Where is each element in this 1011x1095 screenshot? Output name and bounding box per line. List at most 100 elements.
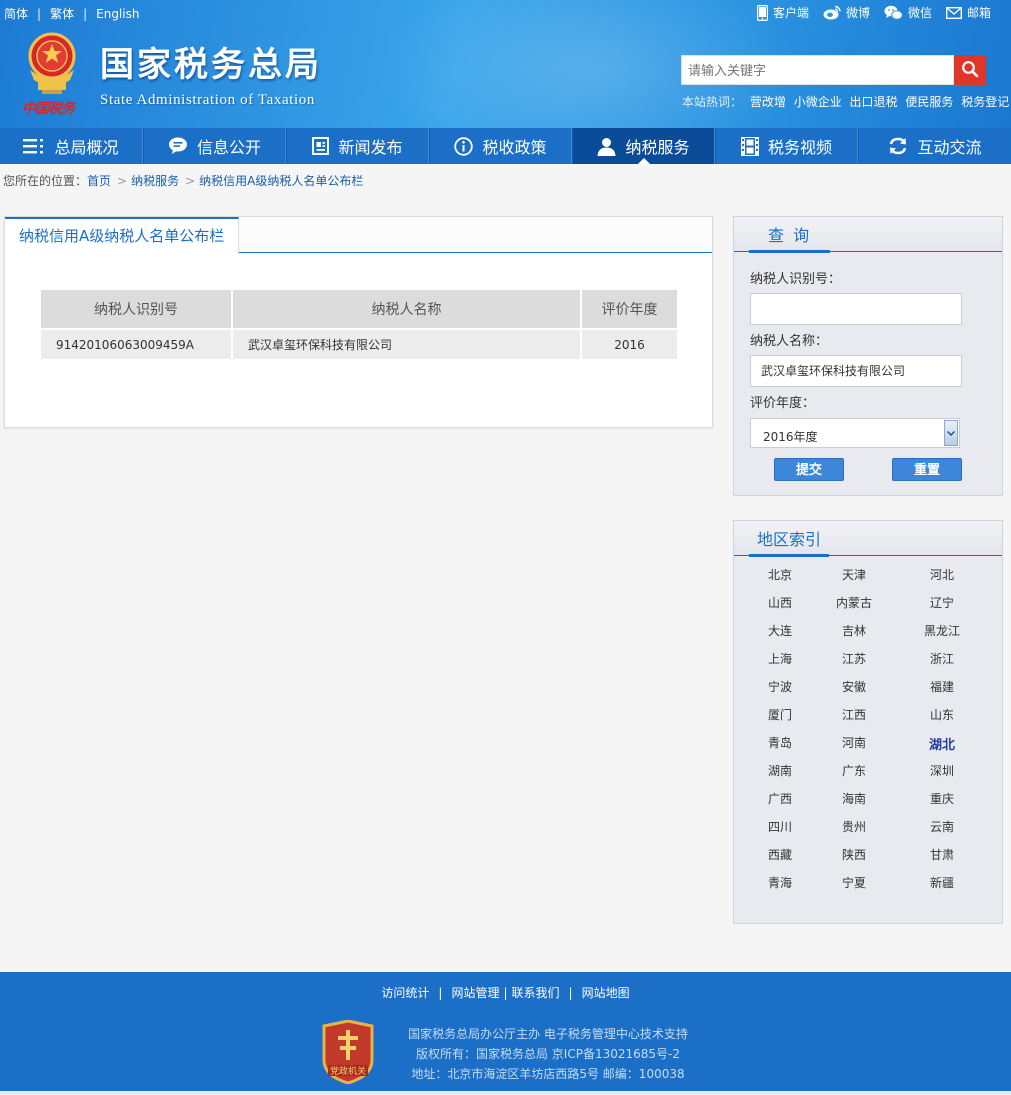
tab-a-level-list[interactable]: 纳税信用A级纳税人名单公布栏 (5, 217, 240, 254)
footer-link-contact[interactable]: 联系我们 (512, 986, 560, 1000)
wechat-icon (884, 5, 903, 21)
nav-item-interaction[interactable]: 互动交流 (858, 128, 1011, 164)
region-link[interactable]: 安徽 (824, 678, 884, 695)
region-link[interactable]: 四川 (750, 818, 810, 835)
region-link[interactable]: 湖南 (750, 762, 810, 779)
nav-label: 税务视频 (767, 138, 832, 157)
nav-item-overview[interactable]: 总局概况 (0, 128, 143, 164)
nav-label: 总局概况 (54, 138, 119, 157)
national-emblem-logo[interactable] (20, 30, 84, 96)
search-input[interactable] (681, 55, 954, 85)
footer-link-admin[interactable]: 网站管理 (451, 986, 499, 1000)
client-link-label: 客户端 (772, 6, 809, 20)
nav-item-news[interactable]: 新闻发布 (286, 128, 429, 164)
region-link[interactable]: 大连 (750, 622, 810, 639)
region-link[interactable]: 广西 (750, 790, 810, 807)
chevron-right-icon: > (117, 174, 128, 188)
region-link[interactable]: 上海 (750, 650, 810, 667)
reset-button[interactable]: 重置 (892, 458, 962, 481)
region-link[interactable]: 重庆 (912, 790, 972, 807)
region-link[interactable]: 福建 (912, 678, 972, 695)
region-link[interactable]: 吉林 (824, 622, 884, 639)
cell-taxpayer-id: 91420106063009459A (41, 328, 233, 359)
site-subtitle: State Administration of Taxation (100, 92, 315, 108)
hotword-link[interactable]: 出口退税 (850, 95, 898, 109)
party-government-badge[interactable]: 党政机关 (320, 1019, 376, 1085)
nav-label: 纳税服务 (625, 138, 690, 157)
nav-label: 新闻发布 (338, 138, 403, 157)
breadcrumb-current-link[interactable]: 纳税信用A级纳税人名单公布栏 (199, 174, 363, 188)
nav-item-info-disclosure[interactable]: 信息公开 (143, 128, 286, 164)
chevron-down-icon[interactable] (944, 420, 958, 446)
footer-link-sitemap[interactable]: 网站地图 (582, 986, 630, 1000)
breadcrumb-home-link[interactable]: 首页 (87, 174, 111, 188)
weibo-link[interactable]: 微博 (823, 4, 870, 21)
nav-item-tax-video[interactable]: 税务视频 (715, 128, 858, 164)
nav-item-taxpayer-service[interactable]: 纳税服务 (572, 128, 715, 164)
hotword-link[interactable]: 便民服务 (905, 95, 953, 109)
region-link[interactable]: 北京 (750, 566, 810, 583)
breadcrumb-service-link[interactable]: 纳税服务 (131, 174, 179, 188)
region-link[interactable]: 河北 (912, 566, 972, 583)
taxpayer-id-input[interactable] (750, 293, 962, 325)
region-link[interactable]: 贵州 (824, 818, 884, 835)
hotword-link[interactable]: 营改增 (750, 95, 786, 109)
taxpayer-name-input[interactable]: 武汉卓玺环保科技有限公司 (750, 355, 962, 387)
region-link[interactable]: 宁夏 (824, 874, 884, 891)
region-link[interactable]: 宁波 (750, 678, 810, 695)
footer-address-line: 地址：北京市海淀区羊坊店西路5号 邮编：100038 (411, 1067, 685, 1081)
lang-simplified-link[interactable]: 简体 (4, 5, 28, 22)
search-button[interactable] (954, 55, 986, 85)
nav-label: 税收政策 (482, 138, 547, 157)
nav-item-tax-policy[interactable]: 税收政策 (429, 128, 572, 164)
site-title[interactable]: 国家税务总局 (100, 48, 322, 82)
evaluation-year-select[interactable]: 2016年度 (750, 418, 960, 448)
film-strip-icon (740, 136, 759, 156)
result-table: 纳税人识别号 纳税人名称 评价年度 91420106063009459A 武汉卓… (41, 290, 677, 359)
china-tax-calligraphy: 中国税务 (22, 101, 75, 117)
region-link[interactable]: 江西 (824, 706, 884, 723)
region-link[interactable]: 青海 (750, 874, 810, 891)
language-switcher: 简体 | 繁体 | English (4, 5, 139, 22)
footer-link-stats[interactable]: 访问统计 (381, 986, 429, 1000)
weibo-icon (823, 5, 841, 20)
table-row: 91420106063009459A 武汉卓玺环保科技有限公司 2016 (41, 328, 677, 359)
region-link[interactable]: 深圳 (912, 762, 972, 779)
client-link[interactable]: 客户端 (756, 4, 809, 21)
search-icon (961, 60, 979, 81)
region-link[interactable]: 新疆 (912, 874, 972, 891)
region-link[interactable]: 浙江 (912, 650, 972, 667)
submit-button[interactable]: 提交 (774, 458, 844, 481)
hotword-link[interactable]: 税务登记 (961, 95, 1009, 109)
region-link[interactable]: 黑龙江 (912, 622, 972, 639)
region-link[interactable]: 内蒙古 (824, 594, 884, 611)
region-link[interactable]: 湖北 (912, 734, 972, 753)
region-link[interactable]: 山东 (912, 706, 972, 723)
region-link[interactable]: 西藏 (750, 846, 810, 863)
hotword-link[interactable]: 小微企业 (794, 95, 842, 109)
evaluation-year-value: 2016年度 (763, 430, 818, 444)
region-link[interactable]: 辽宁 (912, 594, 972, 611)
region-link[interactable]: 云南 (912, 818, 972, 835)
hotwords-label: 本站热词： (682, 95, 743, 109)
region-link[interactable]: 天津 (824, 566, 884, 583)
region-link[interactable]: 青岛 (750, 734, 810, 751)
region-link[interactable]: 广东 (824, 762, 884, 779)
region-link[interactable]: 海南 (824, 790, 884, 807)
wechat-link[interactable]: 微信 (884, 4, 932, 21)
evaluation-year-label: 评价年度： (750, 396, 816, 411)
cell-evaluation-year: 2016 (581, 328, 677, 359)
region-link[interactable]: 甘肃 (912, 846, 972, 863)
region-index-panel: 地区索引 北京 天津 河北 山西 内蒙古 辽宁 大连 吉林 黑龙江 上海 江苏 浙江 宁波 安徽 福建 厦门江… (733, 520, 1003, 924)
taxpayer-id-label: 纳税人识别号： (750, 272, 842, 287)
region-link[interactable]: 江苏 (824, 650, 884, 667)
query-panel: 查 询 纳税人识别号： 纳税人名称： 武汉卓玺环保科技有限公司 评价年度： 20… (733, 216, 1003, 496)
footer-divider: | (438, 986, 443, 1000)
lang-english-link[interactable]: English (96, 7, 139, 21)
lang-traditional-link[interactable]: 繁体 (50, 5, 74, 22)
region-link[interactable]: 山西 (750, 594, 810, 611)
region-link[interactable]: 河南 (824, 734, 884, 751)
region-link[interactable]: 厦门 (750, 706, 810, 723)
mailbox-link[interactable]: 邮箱 (945, 4, 991, 21)
region-link[interactable]: 陕西 (824, 846, 884, 863)
